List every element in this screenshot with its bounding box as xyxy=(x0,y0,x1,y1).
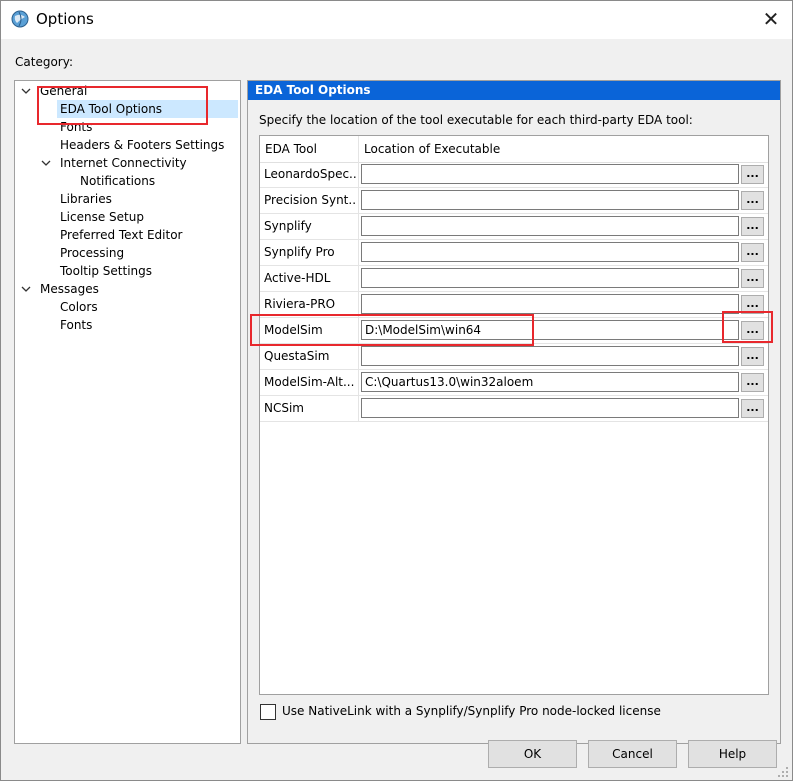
table-row: ModelSim D:\ModelSim\win64 ... xyxy=(260,318,768,344)
tree-item-internet-connectivity[interactable]: Internet Connectivity xyxy=(57,154,190,172)
tree-item-tooltip-settings[interactable]: Tooltip Settings xyxy=(57,262,155,280)
browse-button[interactable]: ... xyxy=(741,217,764,236)
panel-description: Specify the location of the tool executa… xyxy=(259,113,693,127)
options-dialog: Options ✕ Category: General EDA Tool Opt… xyxy=(0,0,793,781)
tool-path-input[interactable] xyxy=(361,346,739,366)
tree-item-message-fonts[interactable]: Fonts xyxy=(57,316,95,334)
table-row: ModelSim-Alt... C:\Quartus13.0\win32aloe… xyxy=(260,370,768,396)
tree-item-notifications[interactable]: Notifications xyxy=(77,172,158,190)
tool-path-input[interactable] xyxy=(361,164,739,184)
table-row: LeonardoSpec... ... xyxy=(260,162,768,188)
tool-name: Riviera-PRO xyxy=(264,297,336,311)
tool-name: Synplify xyxy=(264,219,312,233)
tool-name: Precision Synt... xyxy=(264,193,356,207)
resize-grip-icon[interactable] xyxy=(777,766,789,778)
browse-button[interactable]: ... xyxy=(741,295,764,314)
tool-name: LeonardoSpec... xyxy=(264,167,356,181)
window-title: Options xyxy=(36,10,94,28)
tool-path-input[interactable] xyxy=(361,268,739,288)
tree-item-headers-footers[interactable]: Headers & Footers Settings xyxy=(57,136,227,154)
column-header-location: Location of Executable xyxy=(364,142,501,156)
browse-button[interactable]: ... xyxy=(741,165,764,184)
tree-item-libraries[interactable]: Libraries xyxy=(57,190,115,208)
table-row: Active-HDL ... xyxy=(260,266,768,292)
tool-path-input[interactable]: C:\Quartus13.0\win32aloem xyxy=(361,372,739,392)
browse-button[interactable]: ... xyxy=(741,321,764,340)
browse-button[interactable]: ... xyxy=(741,347,764,366)
ok-button[interactable]: OK xyxy=(488,740,577,768)
help-button[interactable]: Help xyxy=(688,740,777,768)
table-row: QuestaSim ... xyxy=(260,344,768,370)
table-row: Precision Synt... ... xyxy=(260,188,768,214)
browse-button[interactable]: ... xyxy=(741,269,764,288)
table-row: NCSim ... xyxy=(260,396,768,422)
tool-path-input[interactable] xyxy=(361,398,739,418)
panel-title: EDA Tool Options xyxy=(248,81,780,100)
table-row: Riviera-PRO ... xyxy=(260,292,768,318)
tree-item-general[interactable]: General xyxy=(37,82,90,100)
nativelink-checkbox[interactable] xyxy=(260,704,276,720)
browse-button[interactable]: ... xyxy=(741,191,764,210)
nativelink-label: Use NativeLink with a Synplify/Synplify … xyxy=(282,704,661,718)
close-button[interactable]: ✕ xyxy=(751,1,791,37)
chevron-down-icon[interactable] xyxy=(20,82,32,100)
quartus-globe-icon xyxy=(11,10,29,28)
tree-item-processing[interactable]: Processing xyxy=(57,244,127,262)
tool-path-input[interactable]: D:\ModelSim\win64 xyxy=(361,320,739,340)
browse-button[interactable]: ... xyxy=(741,243,764,262)
table-row: Synplify ... xyxy=(260,214,768,240)
tool-path-input[interactable] xyxy=(361,294,739,314)
category-tree: General EDA Tool Options Fonts Headers &… xyxy=(14,80,241,744)
title-bar: Options ✕ xyxy=(1,1,792,39)
tool-name: NCSim xyxy=(264,401,304,415)
table-row: Synplify Pro ... xyxy=(260,240,768,266)
tree-item-messages[interactable]: Messages xyxy=(37,280,102,298)
tree-item-colors[interactable]: Colors xyxy=(57,298,101,316)
column-header-eda-tool: EDA Tool xyxy=(265,142,317,156)
tool-name: ModelSim-Alt... xyxy=(264,375,355,389)
tool-path-input[interactable] xyxy=(361,190,739,210)
tool-name: Active-HDL xyxy=(264,271,331,285)
eda-tool-options-panel: EDA Tool Options Specify the location of… xyxy=(247,80,781,744)
browse-button[interactable]: ... xyxy=(741,399,764,418)
chevron-down-icon[interactable] xyxy=(20,280,32,298)
table-header: EDA Tool Location of Executable xyxy=(260,136,768,163)
chevron-down-icon[interactable] xyxy=(40,154,52,172)
close-icon: ✕ xyxy=(762,7,780,31)
tool-path-input[interactable] xyxy=(361,216,739,236)
tool-path-input[interactable] xyxy=(361,242,739,262)
tree-item-fonts[interactable]: Fonts xyxy=(57,118,95,136)
tree-item-license-setup[interactable]: License Setup xyxy=(57,208,147,226)
tree-item-eda-tool-options[interactable]: EDA Tool Options xyxy=(57,100,238,118)
cancel-button[interactable]: Cancel xyxy=(588,740,677,768)
tool-name: QuestaSim xyxy=(264,349,330,363)
tool-name: Synplify Pro xyxy=(264,245,335,259)
category-label: Category: xyxy=(15,55,73,69)
eda-tool-table: EDA Tool Location of Executable Leonardo… xyxy=(259,135,769,695)
browse-button[interactable]: ... xyxy=(741,373,764,392)
tool-name: ModelSim xyxy=(264,323,323,337)
tree-item-preferred-text-editor[interactable]: Preferred Text Editor xyxy=(57,226,186,244)
